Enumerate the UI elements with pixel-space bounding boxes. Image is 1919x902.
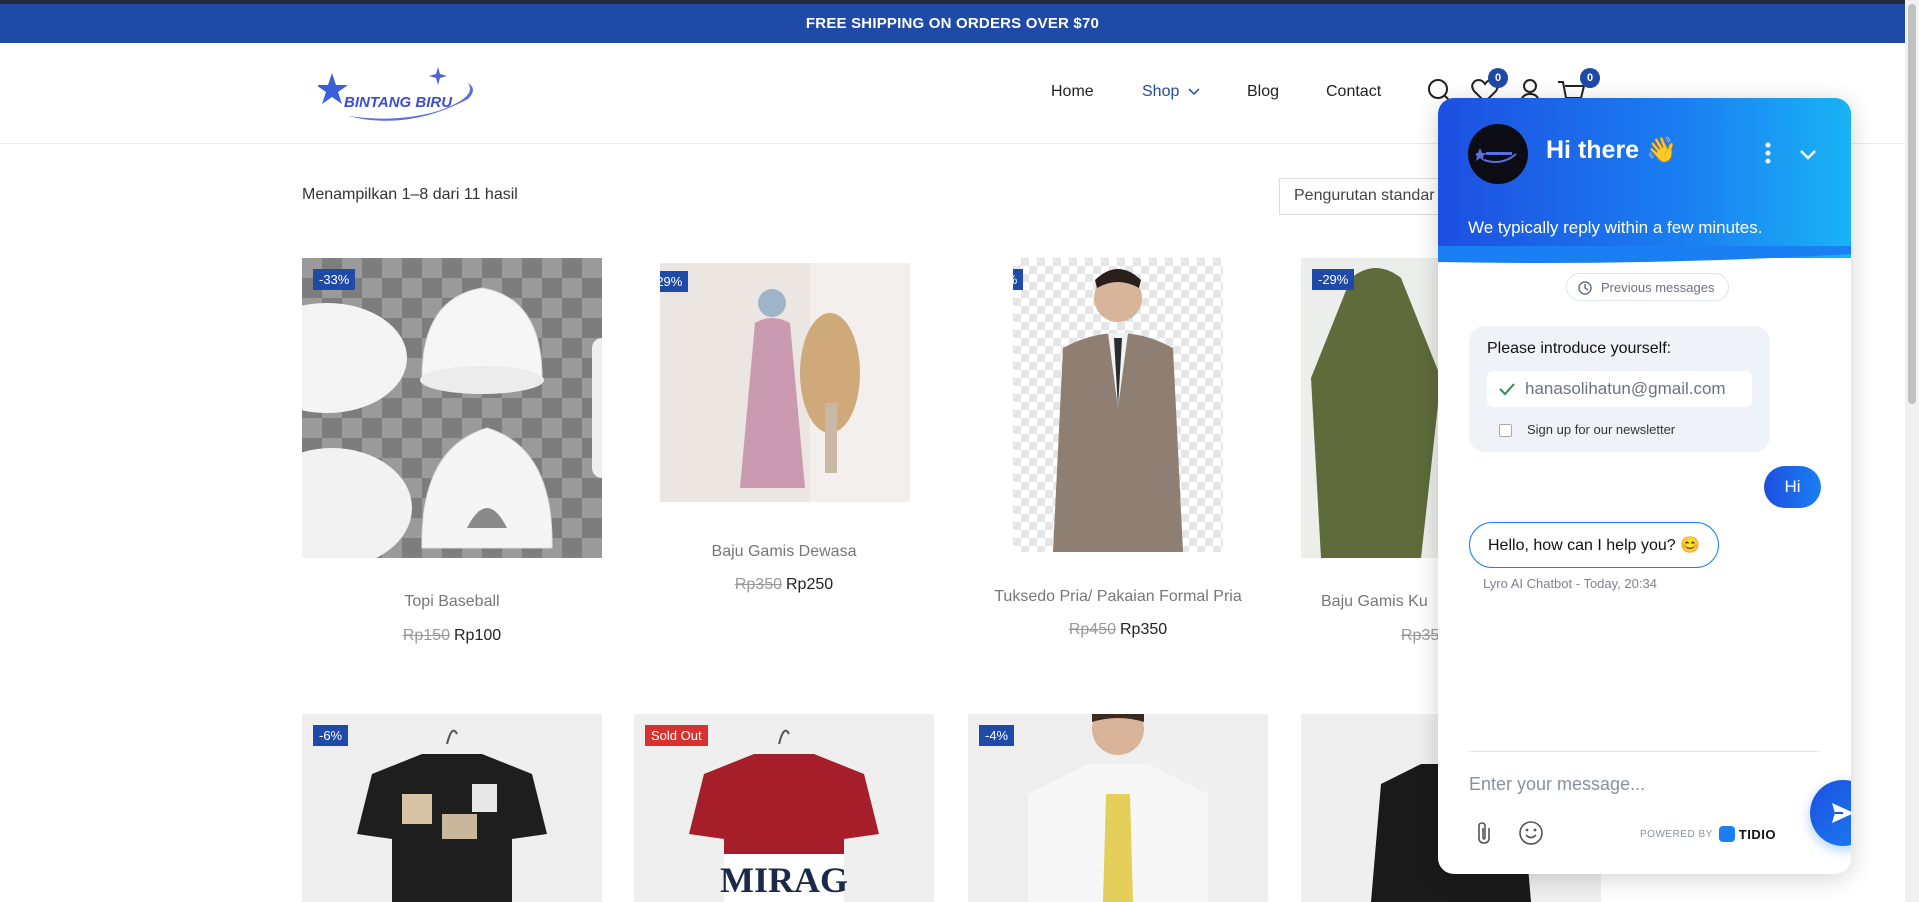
send-icon: [1832, 803, 1851, 823]
product-image-topi-baseball[interactable]: -33%: [302, 258, 602, 558]
discount-badge: -29%: [1312, 269, 1355, 290]
emoji-icon[interactable]: [1518, 820, 1544, 846]
product-image-tuksedo-pria[interactable]: -22%: [1013, 258, 1223, 552]
powered-by-label: POWERED BY: [1640, 828, 1713, 840]
scrollbar-thumb[interactable]: [1908, 4, 1916, 404]
sold-out-badge: Sold Out: [645, 725, 708, 746]
paperclip-icon[interactable]: [1472, 820, 1498, 846]
product-price: Rp150 Rp100: [302, 627, 602, 645]
chat-subtitle: We typically reply within a few minutes.: [1468, 218, 1763, 237]
current-price: Rp250: [786, 576, 834, 593]
header-wave: [1438, 246, 1851, 263]
svg-text:MIRAG: MIRAG: [720, 860, 848, 900]
introduce-label: Please introduce yourself:: [1487, 340, 1672, 357]
chat-avatar: [1468, 124, 1528, 184]
chat-widget: Hi there 👋 We typically reply within a f…: [1438, 98, 1851, 874]
product-price: Rp350 Rp250: [634, 576, 934, 594]
nav-contact[interactable]: Contact: [1326, 83, 1381, 101]
chat-header: Hi there 👋 We typically reply within a f…: [1438, 98, 1851, 258]
send-button[interactable]: [1810, 780, 1851, 846]
nav-shop[interactable]: Shop: [1142, 83, 1200, 101]
logo-text: BINTANG BIRU: [344, 94, 453, 111]
promo-bar: FREE SHIPPING ON ORDERS OVER $70: [0, 4, 1905, 43]
current-price: Rp100: [454, 627, 502, 644]
current-price: Rp350: [1120, 621, 1168, 638]
message-input[interactable]: Enter your message...: [1469, 774, 1769, 804]
cart-count-badge: 0: [1580, 68, 1600, 88]
discount-badge: -33%: [313, 269, 356, 290]
product-title[interactable]: Tuksedo Pria/ Pakaian Formal Pria: [968, 588, 1268, 606]
powered-by[interactable]: POWERED BY TIDIO: [1640, 826, 1776, 842]
product-image-7[interactable]: -4%: [968, 714, 1268, 902]
chevron-down-icon: [1188, 88, 1200, 95]
email-field[interactable]: hanasolihatun@gmail.com: [1487, 371, 1752, 407]
previous-messages-label: Previous messages: [1601, 279, 1715, 295]
email-value: hanasolihatun@gmail.com: [1525, 379, 1726, 398]
introduce-form: Please introduce yourself: hanasolihatun…: [1469, 326, 1770, 452]
more-options-icon[interactable]: [1758, 138, 1778, 168]
product-title[interactable]: Topi Baseball: [302, 593, 602, 611]
product-price: Rp35: [1401, 627, 1441, 645]
old-price: Rp450: [1068, 621, 1116, 638]
chevron-down-icon[interactable]: [1796, 142, 1820, 166]
previous-messages-button[interactable]: Previous messages: [1566, 273, 1730, 301]
old-price: Rp350: [734, 576, 782, 593]
discount-badge: -22%: [1013, 269, 1024, 290]
result-count: Menampilkan 1–8 dari 11 hasil: [302, 186, 518, 203]
user-message: Hi: [1764, 466, 1821, 508]
tidio-brand: TIDIO: [1738, 826, 1776, 842]
tidio-mark-icon: [1718, 826, 1735, 842]
product-image-6[interactable]: MIRAG Sold Out: [634, 714, 934, 902]
product-price: Rp450 Rp350: [968, 621, 1268, 639]
product-title[interactable]: Baju Gamis Ku: [1321, 593, 1441, 611]
discount-badge: -29%: [660, 271, 689, 292]
bot-message: Hello, how can I help you? 😊: [1469, 522, 1720, 568]
discount-badge: -6%: [313, 725, 349, 746]
product-title[interactable]: Baju Gamis Dewasa: [634, 543, 934, 561]
composer-divider: [1469, 751, 1819, 752]
product-image-baju-gamis-dewasa[interactable]: -29%: [660, 263, 910, 502]
wishlist-count-badge: 0: [1488, 68, 1508, 88]
product-image-baju-gamis-ku[interactable]: -29%: [1301, 258, 1438, 558]
old-price: Rp150: [402, 627, 450, 644]
tidio-logo: TIDIO: [1718, 826, 1776, 842]
newsletter-checkbox[interactable]: [1499, 424, 1512, 437]
promo-text: FREE SHIPPING ON ORDERS OVER $70: [805, 15, 1100, 32]
site-logo[interactable]: BINTANG BIRU: [316, 61, 488, 127]
page-scrollbar[interactable]: [1905, 0, 1919, 902]
old-price: Rp35: [1401, 627, 1440, 644]
bot-message-meta: Lyro AI Chatbot - Today, 20:34: [1483, 576, 1657, 591]
product-image-5[interactable]: -6%: [302, 714, 602, 902]
nav-shop-label: Shop: [1142, 83, 1180, 100]
nav-home[interactable]: Home: [1051, 83, 1094, 101]
chat-title: Hi there 👋: [1546, 136, 1678, 164]
history-icon: [1578, 281, 1592, 295]
discount-badge: -4%: [979, 725, 1015, 746]
nav-blog[interactable]: Blog: [1247, 83, 1279, 101]
check-icon: [1499, 383, 1515, 396]
newsletter-label: Sign up for our newsletter: [1527, 422, 1676, 437]
